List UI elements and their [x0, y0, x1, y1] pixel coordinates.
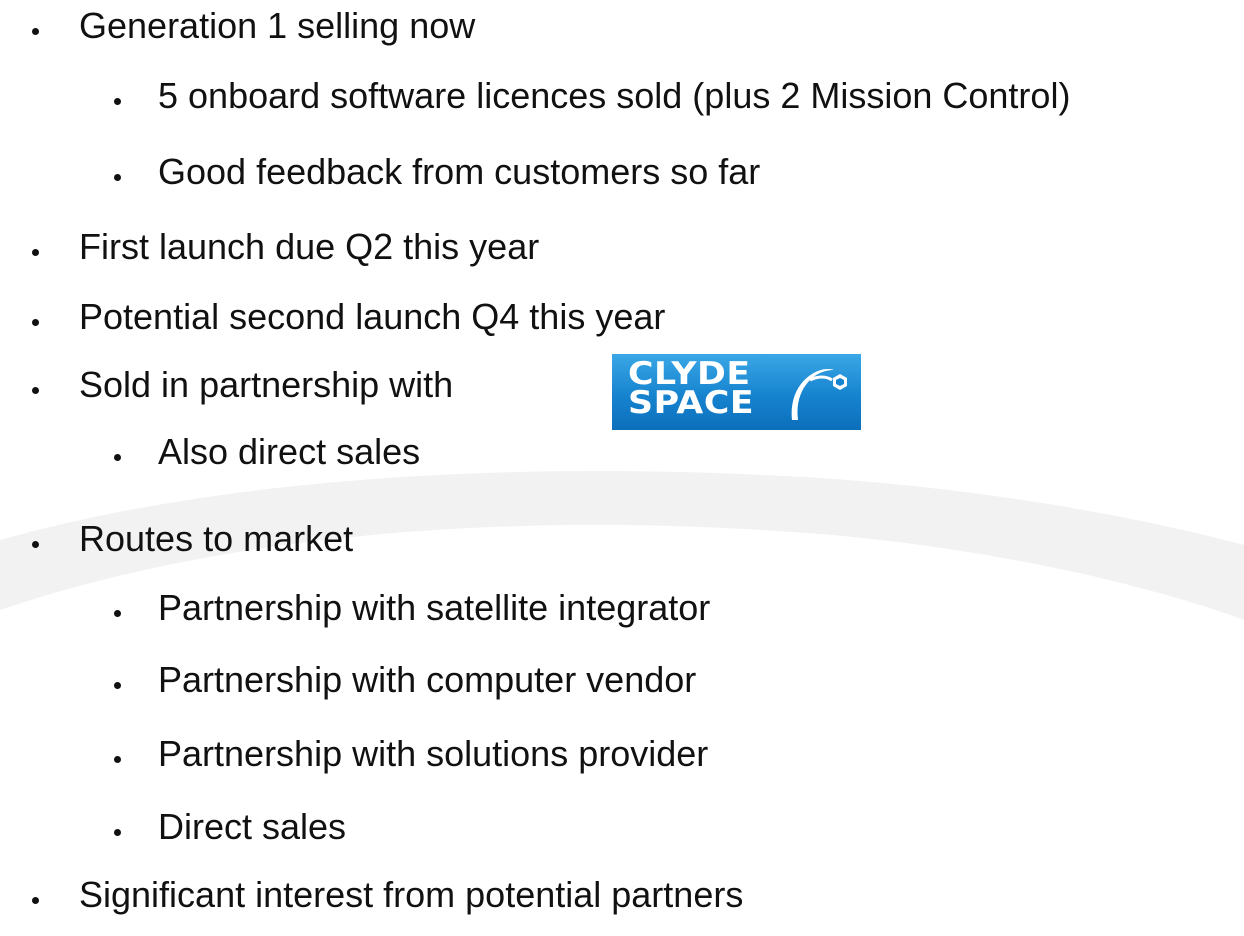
bullet-dot [114, 610, 121, 617]
bullet-text: Good feedback from customers so far [158, 151, 761, 192]
bullet-dot [32, 541, 39, 548]
slide: Generation 1 selling now 5 onboard softw… [0, 0, 1244, 936]
bullet-dot [32, 897, 39, 904]
bullet-text: Also direct sales [158, 431, 421, 472]
bullet-dot [114, 756, 121, 763]
bullet-text: Direct sales [158, 806, 347, 847]
logo-line-2: SPACE [628, 385, 755, 421]
bullet-dot [114, 174, 121, 181]
bullet-text: Partnership with solutions provider [158, 733, 709, 774]
satellite-orbit-icon [791, 369, 847, 420]
bullet-dot [32, 319, 39, 326]
bullet-dot [114, 829, 121, 836]
bullet-dot [32, 387, 39, 394]
bullet-text: 5 onboard software licences sold (plus 2… [158, 75, 1071, 116]
bullet-text: Routes to market [79, 518, 354, 559]
bullet-text: Sold in partnership with [79, 364, 454, 405]
clyde-space-logo: CLYDE SPACE [612, 354, 861, 430]
bullet-dot [114, 98, 121, 105]
bullet-text: First launch due Q2 this year [79, 226, 540, 267]
bullet-text: Potential second launch Q4 this year [79, 296, 666, 337]
bullet-text: Partnership with satellite integrator [158, 587, 711, 628]
bullet-text: Significant interest from potential part… [79, 874, 744, 915]
bullet-dot [114, 454, 121, 461]
bullet-dot [114, 682, 121, 689]
bullet-text: Generation 1 selling now [79, 5, 476, 46]
bullet-dot [32, 28, 39, 35]
bullet-dot [32, 249, 39, 256]
logo-wordmark: CLYDE SPACE [628, 359, 755, 421]
bullet-text: Partnership with computer vendor [158, 659, 697, 700]
